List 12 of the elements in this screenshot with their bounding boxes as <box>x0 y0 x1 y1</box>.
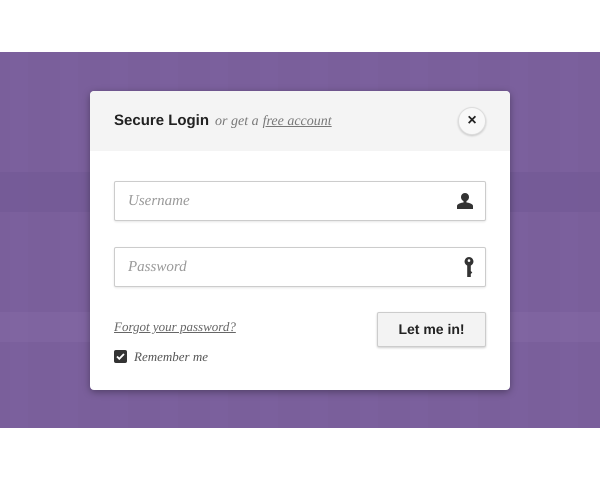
person-icon <box>456 192 474 210</box>
input-field[interactable]: Password <box>114 247 486 287</box>
subtitle-text: or get a <box>215 112 259 130</box>
input-field[interactable]: Username <box>114 181 486 221</box>
close-button[interactable]: × <box>458 107 486 135</box>
key-icon <box>464 257 474 277</box>
login-button[interactable]: Let me in! <box>377 312 486 347</box>
remember-checkbox[interactable] <box>114 350 127 363</box>
remember-label: Remember me <box>134 348 208 366</box>
free-account-link[interactable]: free account <box>262 110 332 132</box>
dialog-title: Secure Login <box>114 110 210 131</box>
forgot-password-link[interactable]: Forgot your password? <box>114 317 236 336</box>
